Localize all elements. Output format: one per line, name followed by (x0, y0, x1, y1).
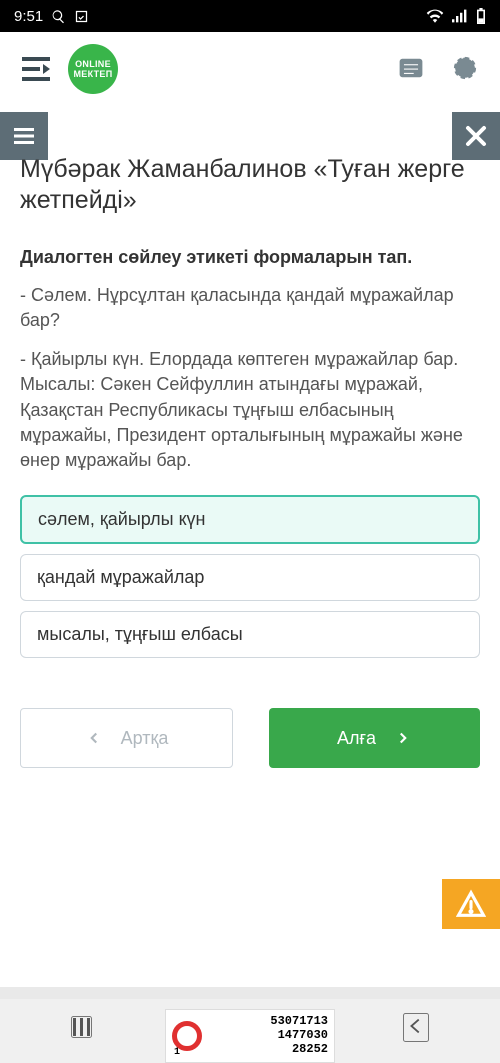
hamburger-icon (12, 124, 36, 148)
signal-icon (452, 9, 468, 23)
lesson-content: Мүбәрак Жаманбалинов «Туған жерге жетпей… (0, 160, 500, 969)
logo-line2: МЕКТЕП (74, 69, 113, 79)
answer-option[interactable]: мысалы, тұңғыш елбасы (20, 611, 480, 658)
checkbox-icon (74, 9, 89, 24)
lesson-nav: Артқа Алға (20, 708, 480, 768)
forward-label: Алға (337, 728, 376, 749)
forward-button[interactable]: Алға (269, 708, 480, 768)
language-button[interactable] (448, 51, 482, 88)
menu-icon (22, 57, 50, 81)
answer-option[interactable]: қандай мұражайлар (20, 554, 480, 601)
android-recents-button[interactable] (71, 1016, 92, 1038)
menu-toggle-button[interactable] (18, 53, 54, 85)
logo-line1: ONLINE (75, 59, 111, 69)
globe-icon (452, 55, 478, 81)
page-title: Мүбәрак Жаманбалинов «Туған жерге жетпей… (20, 154, 480, 217)
list-icon (398, 55, 424, 81)
footer-strip: 1 53071713 1477030 28252 (0, 987, 500, 999)
dialogue-line-1: - Сәлем. Нұрсұлтан қаласында қандай мұра… (20, 283, 480, 333)
dialogue-line-2: - Қайырлы күн. Елордада көптеген мұражай… (20, 347, 480, 473)
warning-icon (456, 889, 486, 919)
lesson-toolbar (0, 112, 500, 160)
counter-line: 53071713 (206, 1015, 328, 1029)
close-lesson-button[interactable] (452, 112, 500, 160)
app-header: ONLINE МЕКТЕП (0, 32, 500, 112)
android-back-button[interactable] (403, 1013, 429, 1042)
counter-numbers: 53071713 1477030 28252 (206, 1015, 328, 1056)
list-view-button[interactable] (394, 51, 428, 88)
close-icon (464, 124, 488, 148)
answer-option[interactable]: сәлем, қайырлы күн (20, 495, 480, 544)
counter-corner: 1 (174, 1047, 180, 1058)
battery-icon (476, 8, 486, 24)
android-status-bar: 9:51 (0, 0, 500, 32)
counter-line: 1477030 (206, 1029, 328, 1043)
arrow-left-icon (85, 729, 103, 747)
logo[interactable]: ONLINE МЕКТЕП (68, 44, 118, 94)
search-icon (51, 9, 66, 24)
question-prompt: Диалогтен сөйлеу этикеті формаларын тап. (20, 245, 480, 269)
wifi-icon (426, 9, 444, 23)
recents-icon (73, 1018, 90, 1036)
back-icon (405, 1015, 427, 1037)
report-problem-button[interactable] (442, 879, 500, 929)
back-label: Артқа (121, 728, 169, 749)
back-button[interactable]: Артқа (20, 708, 233, 768)
answer-options: сәлем, қайырлы күн қандай мұражайлар мыс… (20, 495, 480, 658)
arrow-right-icon (394, 729, 412, 747)
lesson-menu-button[interactable] (0, 112, 48, 160)
status-time: 9:51 (14, 8, 43, 25)
